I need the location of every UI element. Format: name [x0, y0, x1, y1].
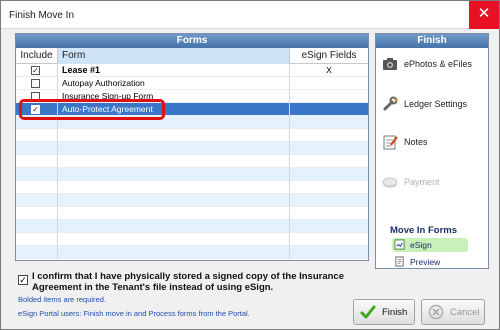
forms-list: ✓ Lease #1 X Autopay Authorization Insur… [16, 64, 368, 259]
form-row-auto-protect[interactable]: ✓ Auto-Protect Agreement [16, 103, 368, 116]
window-title: Finish Move In [9, 10, 75, 21]
esign-option[interactable]: eSign [392, 238, 468, 252]
forms-panel-header: Forms [16, 34, 368, 48]
empty-row [16, 207, 368, 220]
include-checkbox[interactable]: ✓ [31, 66, 40, 75]
form-row-insurance[interactable]: Insurance Sign-up Form [16, 90, 368, 103]
finish-move-in-dialog: Finish Move In ✕ Forms Include Form eSig… [0, 0, 500, 330]
ephotos-label: ePhotos & eFiles [404, 59, 473, 69]
column-header-form[interactable]: Form [58, 48, 290, 64]
preview-label: Preview [410, 257, 441, 267]
preview-icon [395, 256, 404, 267]
finish-panel-header: Finish [376, 34, 488, 48]
checkmark-icon [360, 305, 376, 319]
finish-button[interactable]: Finish [353, 299, 415, 325]
preview-option[interactable]: Preview [392, 255, 468, 269]
esign-marker [290, 103, 368, 116]
finish-panel: Finish ePhotos & eFiles Ledger Settings [375, 33, 489, 269]
esign-label: eSign [410, 240, 432, 250]
empty-row [16, 194, 368, 207]
cancel-icon [428, 304, 444, 320]
close-button[interactable]: ✕ [469, 1, 499, 29]
bolded-required-note: Bolded items are required. [18, 295, 106, 304]
esign-marker [290, 77, 368, 90]
esign-icon [394, 239, 405, 250]
form-name: Lease #1 [58, 64, 290, 77]
include-checkbox[interactable]: ✓ [31, 105, 40, 114]
camera-icon [383, 58, 397, 70]
cancel-button[interactable]: Cancel [421, 299, 485, 325]
empty-row [16, 168, 368, 181]
payment-label: Payment [404, 177, 440, 187]
esign-marker: X [326, 65, 332, 75]
form-name: Insurance Sign-up Form [58, 90, 290, 103]
notes-label: Notes [404, 137, 428, 147]
empty-row [16, 181, 368, 194]
title-bar: Finish Move In ✕ [1, 1, 499, 29]
empty-row [16, 155, 368, 168]
finish-label: Finish [382, 307, 408, 318]
form-name: Auto-Protect Agreement [58, 103, 290, 116]
cancel-label: Cancel [450, 307, 480, 318]
empty-row [16, 142, 368, 155]
wrench-icon [383, 96, 398, 111]
include-checkbox[interactable] [31, 79, 40, 88]
include-checkbox[interactable] [31, 92, 40, 101]
form-name: Autopay Authorization [58, 77, 290, 90]
empty-row [16, 246, 368, 259]
move-in-forms-title: Move In Forms [390, 225, 458, 236]
empty-row [16, 129, 368, 142]
column-header-include[interactable]: Include [16, 48, 58, 64]
forms-panel: Forms Include Form eSign Fields ✓ Lease … [15, 33, 369, 261]
payment-icon [382, 177, 398, 188]
esign-portal-note: eSign Portal users: Finish move in and P… [18, 309, 250, 318]
confirm-insurance-text: I confirm that I have physically stored … [32, 271, 344, 293]
column-header-esign-fields[interactable]: eSign Fields [290, 48, 368, 64]
notepad-icon [383, 135, 398, 150]
empty-row [16, 116, 368, 129]
confirm-insurance-checkbox[interactable]: ✓ [18, 275, 28, 285]
ledger-settings-label: Ledger Settings [404, 99, 468, 109]
form-row-lease[interactable]: ✓ Lease #1 X [16, 64, 368, 77]
form-row-autopay[interactable]: Autopay Authorization [16, 77, 368, 90]
empty-row [16, 220, 368, 233]
esign-marker [290, 90, 368, 103]
empty-row [16, 233, 368, 246]
forms-column-headers: Include Form eSign Fields [16, 48, 368, 64]
